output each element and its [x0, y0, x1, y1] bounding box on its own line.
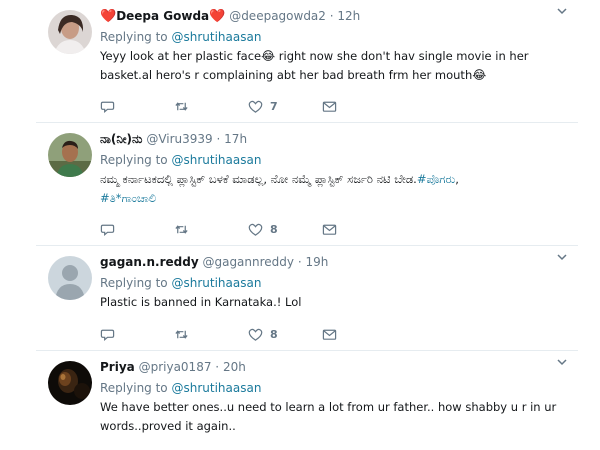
tweet-text-part: Yeyy look at her plastic face: [100, 49, 262, 63]
reply-button[interactable]: [100, 99, 174, 114]
tweet-header: Priya @priya0187 · 20h: [100, 358, 548, 376]
tweet[interactable]: Priya @priya0187 · 20h Replying to @shru…: [36, 351, 578, 450]
tweet-text: ನಮ್ಮ ಕರ್ನಾಟಕದಲ್ಲಿ ಪ್ಲಾಸ್ಟಿಕ್ ಬಳಕೆ ಮಾಡಲ್ಲ…: [100, 170, 560, 208]
replying-to: Replying to @shrutihaasan: [100, 379, 261, 397]
chevron-down-icon[interactable]: [556, 251, 568, 266]
mention-link[interactable]: @shrutihaasan: [171, 153, 261, 167]
timestamp[interactable]: 12h: [337, 9, 360, 23]
replying-label: Replying to: [100, 153, 168, 167]
laughing-emoji-icon: 😂: [472, 68, 487, 82]
reply-button[interactable]: [100, 222, 174, 237]
avatar-photo: [48, 361, 92, 405]
avatar[interactable]: [48, 361, 92, 405]
like-button[interactable]: 8: [248, 222, 322, 237]
replying-to: Replying to @shrutihaasan: [100, 151, 261, 169]
default-avatar-icon: [48, 256, 92, 300]
separator-dot: ·: [215, 360, 220, 374]
reply-thread: ❤️Deepa Gowda❤️ @deepagowda2 · 12h Reply…: [0, 0, 600, 450]
timestamp[interactable]: 20h: [223, 360, 246, 374]
avatar-photo: [48, 10, 92, 54]
tweet-text: Yeyy look at her plastic face😂 right now…: [100, 47, 560, 85]
avatar-photo: [48, 133, 92, 177]
mention-link[interactable]: @shrutihaasan: [171, 276, 261, 290]
timestamp[interactable]: 17h: [224, 132, 247, 146]
heart-outline-icon: [248, 328, 263, 341]
retweet-button[interactable]: [174, 327, 248, 342]
tweet[interactable]: ❤️Deepa Gowda❤️ @deepagowda2 · 12h Reply…: [36, 0, 578, 123]
tweet-text: We have better ones..u need to learn a l…: [100, 400, 557, 433]
avatar[interactable]: [48, 133, 92, 177]
hashtag-link[interactable]: #ಪೊಗರು: [417, 172, 455, 186]
direct-message-button[interactable]: [322, 222, 396, 237]
tweet-header: ❤️Deepa Gowda❤️ @deepagowda2 · 12h: [100, 7, 548, 26]
like-count: 7: [270, 99, 278, 113]
user-handle[interactable]: @deepagowda2: [229, 9, 326, 23]
tweet-header: ನಾ(ನೀ)ನು @Viru3939 · 17h: [100, 130, 548, 148]
chevron-down-icon[interactable]: [556, 5, 568, 20]
tweet[interactable]: gagan.n.reddy @gagannreddy · 19h Replyin…: [36, 246, 578, 351]
tweet[interactable]: ನಾ(ನೀ)ನು @Viru3939 · 17h Replying to @sh…: [36, 123, 578, 246]
display-name[interactable]: Deepa Gowda: [116, 9, 209, 23]
user-handle[interactable]: @priya0187: [139, 360, 212, 374]
envelope-icon: [322, 329, 337, 340]
tweet-actions: 8: [100, 221, 396, 237]
reply-icon: [100, 329, 115, 341]
avatar[interactable]: [48, 10, 92, 54]
like-count: 8: [270, 222, 278, 236]
tweet-text-part: ನಮ್ಮ ಕರ್ನಾಟಕದಲ್ಲಿ ಪ್ಲಾಸ್ಟಿಕ್ ಬಳಕೆ ಮಾಡಲ್ಲ…: [100, 172, 417, 186]
mention-link[interactable]: @shrutihaasan: [171, 381, 261, 395]
tweet-header: gagan.n.reddy @gagannreddy · 19h: [100, 253, 548, 271]
laughing-emoji-icon: 😂: [261, 49, 276, 63]
display-name[interactable]: Priya: [100, 360, 135, 374]
retweet-icon: [175, 101, 188, 111]
user-handle[interactable]: @Viru3939: [146, 132, 212, 146]
replying-label: Replying to: [100, 381, 168, 395]
user-handle[interactable]: @gagannreddy: [202, 255, 294, 269]
heart-outline-icon: [248, 223, 263, 236]
avatar[interactable]: [48, 256, 92, 300]
like-count: 8: [270, 327, 278, 341]
display-name[interactable]: gagan.n.reddy: [100, 255, 199, 269]
retweet-button[interactable]: [174, 99, 248, 114]
separator-dot: ·: [216, 132, 221, 146]
retweet-button[interactable]: [174, 222, 248, 237]
replying-to: Replying to @shrutihaasan: [100, 28, 261, 46]
replying-label: Replying to: [100, 276, 168, 290]
display-name[interactable]: ನಾ(ನೀ)ನು: [100, 132, 143, 146]
mention-link[interactable]: @shrutihaasan: [171, 30, 261, 44]
retweet-icon: [175, 224, 188, 234]
direct-message-button[interactable]: [322, 99, 396, 114]
replying-to: Replying to @shrutihaasan: [100, 274, 261, 292]
envelope-icon: [322, 224, 337, 235]
separator-dot: ·: [329, 9, 334, 23]
like-button[interactable]: 8: [248, 327, 322, 342]
heart-outline-icon: [248, 100, 263, 113]
envelope-icon: [322, 101, 337, 112]
reply-icon: [100, 224, 115, 236]
tweet-text-part: ,: [455, 172, 459, 186]
timestamp[interactable]: 19h: [306, 255, 329, 269]
red-heart-icon: ❤️: [209, 9, 226, 24]
tweet-actions: 8: [100, 326, 396, 342]
tweet-text: Plastic is banned in Karnataka.! Lol: [100, 295, 302, 309]
hashtag-link[interactable]: #ತಿ*ಗಾಂಚಾಲಿ: [100, 191, 156, 205]
retweet-icon: [175, 329, 188, 339]
chevron-down-icon[interactable]: [556, 356, 568, 371]
like-button[interactable]: 7: [248, 99, 322, 114]
separator-dot: ·: [297, 255, 302, 269]
replying-label: Replying to: [100, 30, 168, 44]
tweet-actions: 7: [100, 98, 396, 114]
reply-icon: [100, 101, 115, 113]
red-heart-icon: ❤️: [100, 9, 117, 24]
reply-button[interactable]: [100, 327, 174, 342]
direct-message-button[interactable]: [322, 327, 396, 342]
